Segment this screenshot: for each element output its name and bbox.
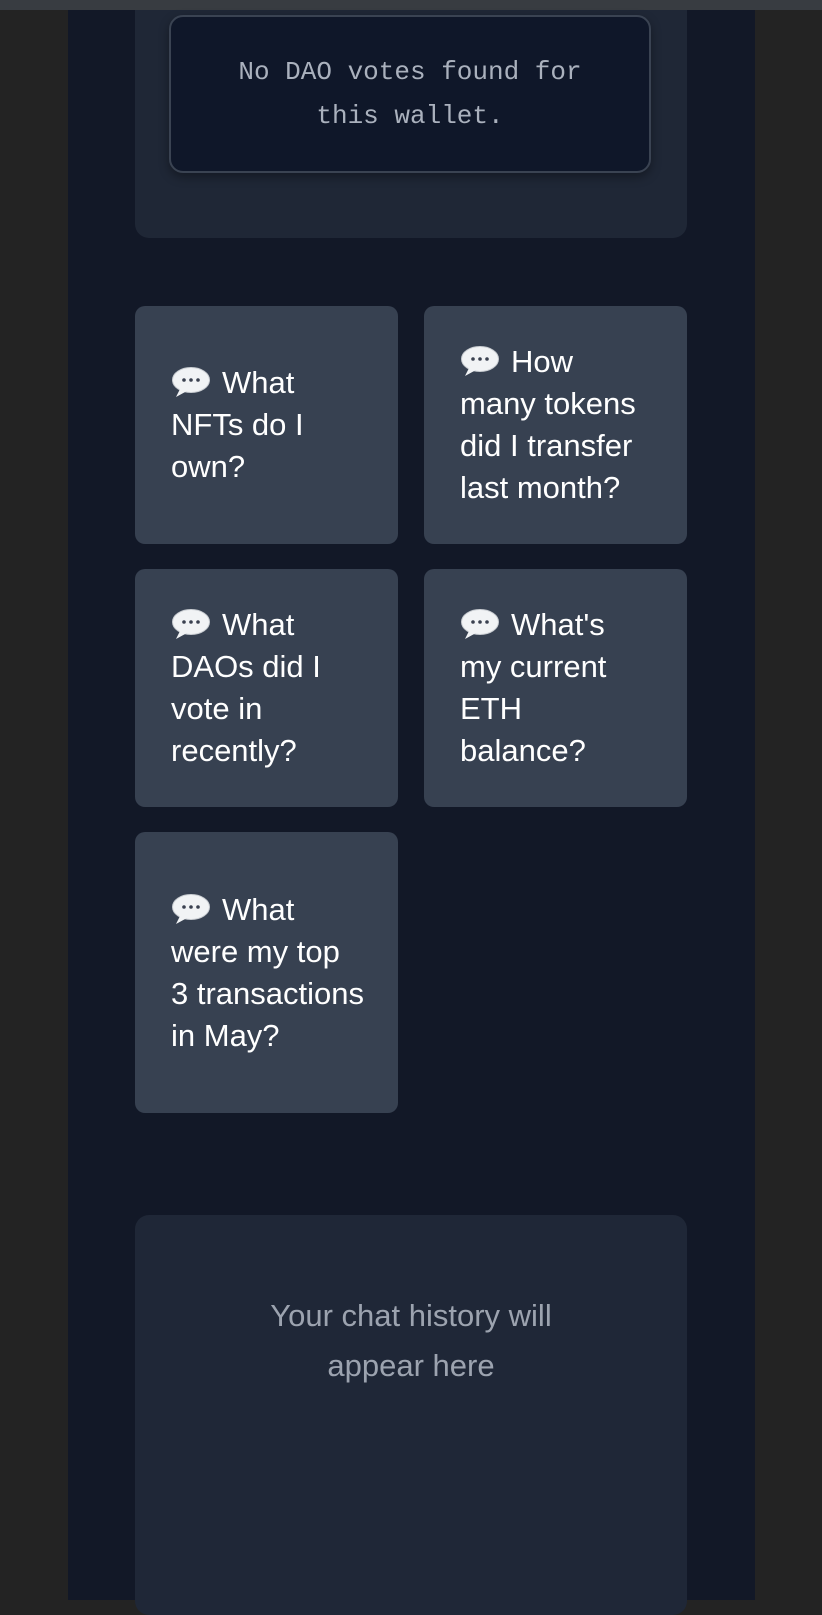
- dao-votes-empty-line-1: No DAO votes found for: [238, 57, 582, 87]
- suggestion-nfts-owned[interactable]: What NFTs do I own?: [135, 306, 398, 544]
- main-column: No DAO votes found for this wallet. What…: [68, 10, 755, 1615]
- dao-votes-empty-line-2: this wallet.: [316, 101, 504, 131]
- suggestion-dao-votes[interactable]: What DAOs did I vote in recently?: [135, 569, 398, 807]
- dao-votes-empty-message: No DAO votes found for this wallet.: [169, 15, 651, 173]
- suggestion-tokens-transferred[interactable]: How many tokens did I transfer last mont…: [424, 306, 687, 544]
- chat-history-placeholder-line-1: Your chat history will: [270, 1298, 552, 1333]
- speech-bubble-icon: [172, 609, 210, 639]
- speech-bubble-icon: [461, 346, 499, 376]
- speech-bubble-icon: [172, 893, 210, 924]
- chat-history-placeholder: Your chat history will appear here: [135, 1291, 687, 1391]
- chat-history-placeholder-line-2: appear here: [327, 1348, 495, 1383]
- browser-top-bar: [0, 0, 822, 10]
- suggestion-top-transactions[interactable]: What were my top 3 transactions in May?: [135, 832, 398, 1113]
- suggestion-eth-balance[interactable]: What's my current ETH balance?: [424, 569, 687, 807]
- speech-bubble-icon: [461, 609, 499, 639]
- speech-bubble-icon: [172, 367, 210, 397]
- chat-history-panel: Your chat history will appear here: [135, 1215, 687, 1615]
- dao-votes-card: No DAO votes found for this wallet.: [135, 10, 687, 238]
